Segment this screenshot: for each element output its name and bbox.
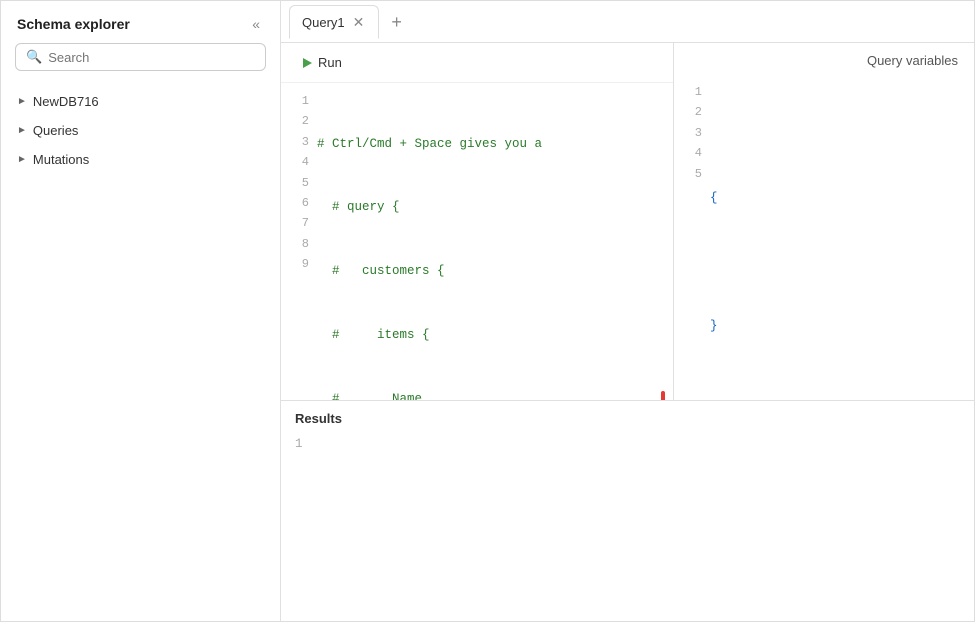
code-line-4: # items { <box>317 325 665 346</box>
qv-line-num: 5 <box>674 164 702 184</box>
sidebar-nav: ► NewDB716 ► Queries ► Mutations <box>1 81 280 621</box>
code-lines: # Ctrl/Cmd + Space gives you a # query {… <box>317 91 673 392</box>
run-label: Run <box>318 55 342 70</box>
results-content: 1 <box>295 434 960 455</box>
results-line-num: 1 <box>295 434 960 455</box>
qv-line-1 <box>710 125 974 146</box>
play-icon <box>303 58 312 68</box>
sidebar: Schema explorer « 🔍 ► NewDB716 ► Queries… <box>1 1 281 621</box>
sidebar-item-mutations[interactable]: ► Mutations <box>1 145 280 174</box>
line-num: 1 <box>281 91 309 111</box>
line-num: 8 <box>281 234 309 254</box>
sidebar-title: Schema explorer <box>17 16 130 32</box>
code-line-5: # Name <box>317 389 665 401</box>
search-input[interactable] <box>48 50 255 65</box>
line-num: 6 <box>281 193 309 213</box>
qv-line-num: 2 <box>674 102 702 122</box>
qv-line-5 <box>710 380 974 401</box>
collapse-sidebar-button[interactable]: « <box>248 15 264 33</box>
query-variables-title: Query variables <box>674 43 974 74</box>
run-button[interactable]: Run <box>295 51 350 74</box>
main-panel: Query1 ✕ + Run 1 2 3 4 5 6 <box>281 1 974 621</box>
tab-bar: Query1 ✕ + <box>281 1 974 43</box>
sidebar-item-label: NewDB716 <box>33 94 99 109</box>
code-editor[interactable]: 1 2 3 4 5 6 7 8 9 # Ctrl/Cmd + Space giv… <box>281 83 673 400</box>
qv-code: { } <box>710 82 974 392</box>
line-num: 7 <box>281 213 309 233</box>
code-line-1: # Ctrl/Cmd + Space gives you a <box>317 134 665 155</box>
sidebar-item-queries[interactable]: ► Queries <box>1 116 280 145</box>
query-variables-editor[interactable]: 1 2 3 4 5 { } <box>674 74 974 400</box>
line-num: 3 <box>281 132 309 152</box>
chevron-right-icon: ► <box>17 125 27 136</box>
error-marker <box>661 391 665 400</box>
qv-line-2: { <box>710 188 974 209</box>
qv-line-num: 1 <box>674 82 702 102</box>
sidebar-item-label: Queries <box>33 123 79 138</box>
tab-query1[interactable]: Query1 ✕ <box>289 5 379 39</box>
results-title: Results <box>295 411 960 426</box>
chevron-right-icon: ► <box>17 154 27 165</box>
query-variables-panel: Query variables 1 2 3 4 5 { } <box>674 43 974 400</box>
qv-line-4: } <box>710 316 974 337</box>
code-line-3: # customers { <box>317 261 665 282</box>
qv-line-numbers: 1 2 3 4 5 <box>674 82 710 392</box>
query-editor: Run 1 2 3 4 5 6 7 8 9 # Ctrl/Cmd + Space… <box>281 43 674 400</box>
sidebar-header: Schema explorer « <box>1 1 280 43</box>
line-numbers: 1 2 3 4 5 6 7 8 9 <box>281 91 317 392</box>
line-num: 5 <box>281 173 309 193</box>
results-area: Results 1 <box>281 401 974 621</box>
sidebar-item-newdb716[interactable]: ► NewDB716 <box>1 87 280 116</box>
chevron-right-icon: ► <box>17 96 27 107</box>
add-tab-button[interactable]: + <box>383 9 410 35</box>
qv-line-3 <box>710 252 974 273</box>
search-box: 🔍 <box>15 43 266 71</box>
line-num: 4 <box>281 152 309 172</box>
qv-line-num: 4 <box>674 143 702 163</box>
tab-close-button[interactable]: ✕ <box>351 14 367 31</box>
qv-line-num: 3 <box>674 123 702 143</box>
editor-area: Run 1 2 3 4 5 6 7 8 9 # Ctrl/Cmd + Space… <box>281 43 974 401</box>
search-icon: 🔍 <box>26 49 42 65</box>
run-bar: Run <box>281 43 673 83</box>
sidebar-item-label: Mutations <box>33 152 89 167</box>
tab-label: Query1 <box>302 15 345 30</box>
line-num: 9 <box>281 254 309 274</box>
code-line-2: # query { <box>317 197 665 218</box>
line-num: 2 <box>281 111 309 131</box>
